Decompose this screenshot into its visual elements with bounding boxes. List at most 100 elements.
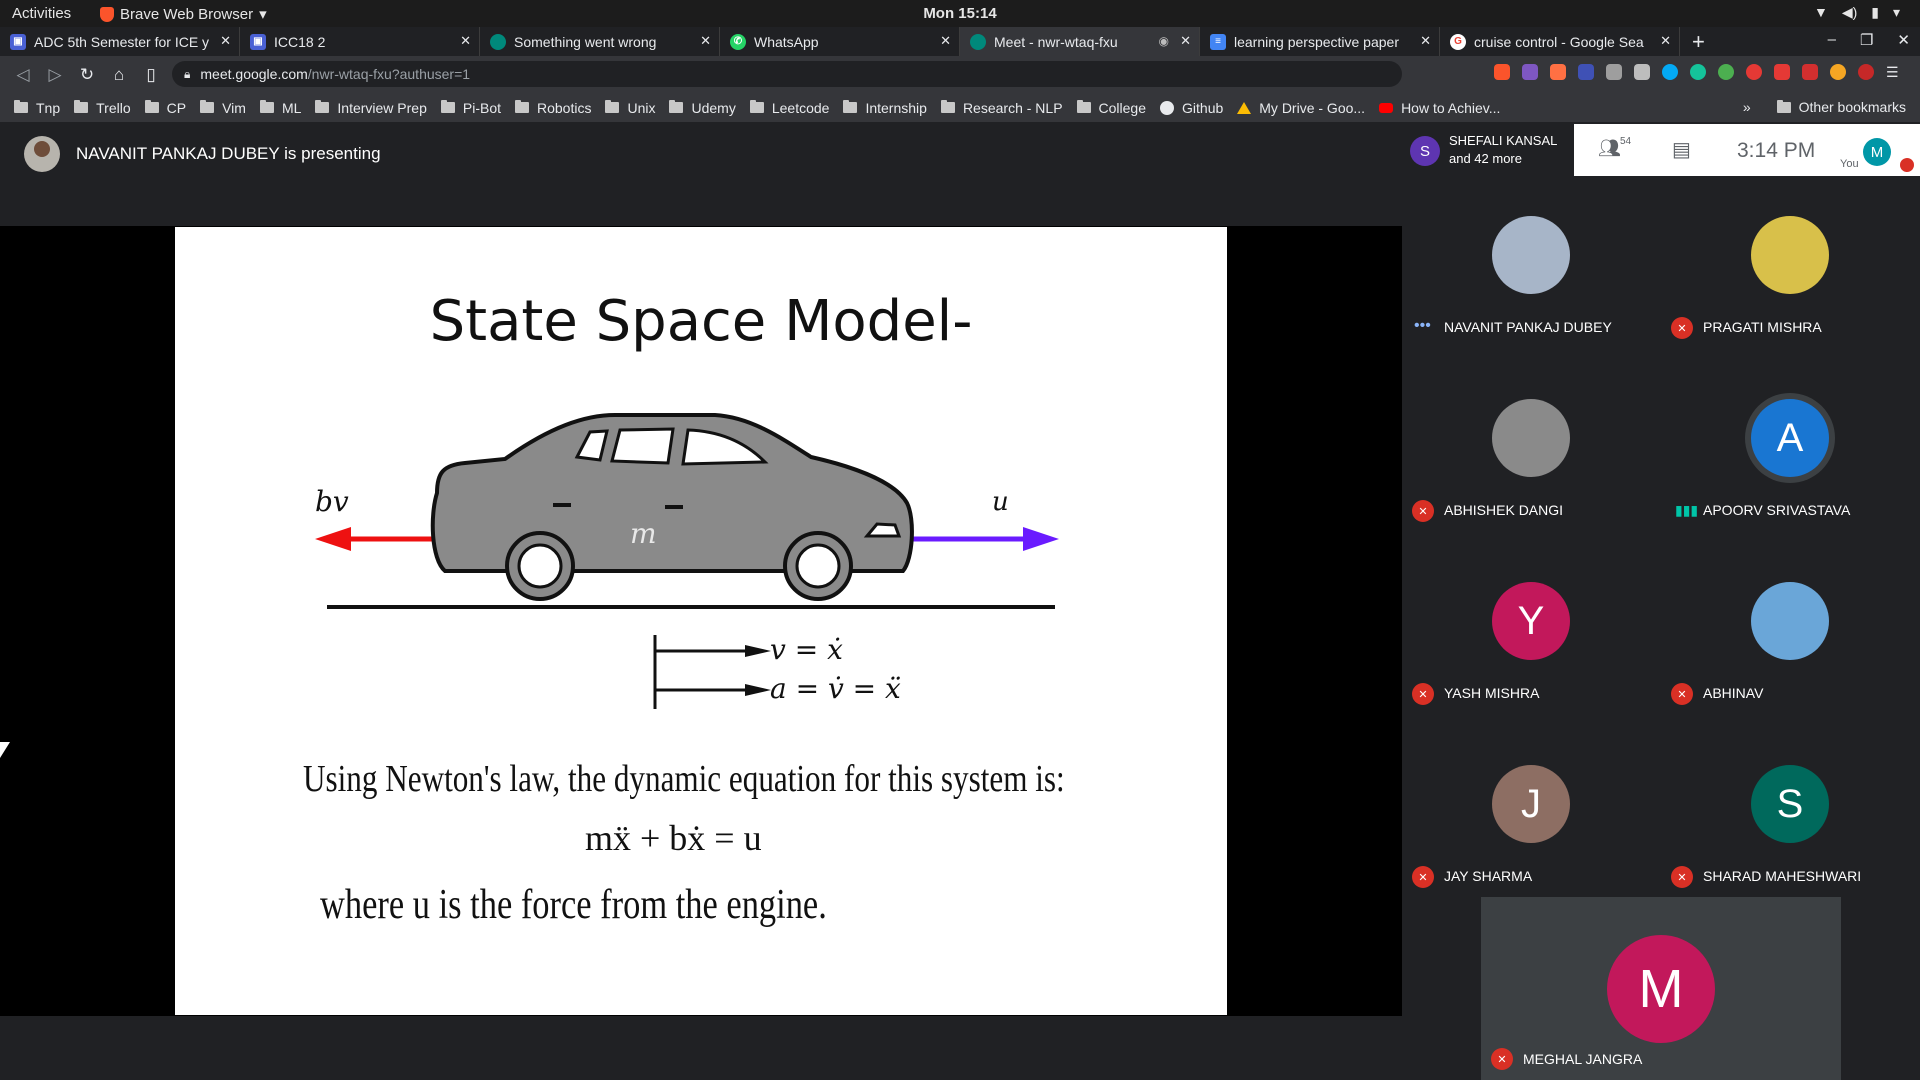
folder-icon xyxy=(749,100,764,113)
brave-rewards-icon[interactable] xyxy=(1522,64,1538,80)
participant-tile[interactable]: ✕ ABHINAV xyxy=(1661,542,1920,725)
bookmark-icon[interactable]: ▯ xyxy=(142,65,160,85)
avatar[interactable]: M xyxy=(1863,138,1891,166)
bookmark-folder[interactable]: Robotics xyxy=(515,100,591,116)
browser-tab[interactable]: Something went wrong ✕ xyxy=(480,27,720,56)
new-tab-button[interactable]: + xyxy=(1692,29,1705,55)
tab-strip: ▣ ADC 5th Semester for ICE y ✕ ▣ ICC18 2… xyxy=(0,27,1920,56)
bookmark-folder[interactable]: Udemy xyxy=(669,100,736,116)
people-icon[interactable]: 👥︎ xyxy=(1598,138,1621,159)
close-icon[interactable]: ✕ xyxy=(1180,33,1191,49)
input-force-label: u xyxy=(992,487,1009,517)
extension-icon[interactable] xyxy=(1858,64,1874,80)
bookmark-folder[interactable]: Trello xyxy=(74,100,131,116)
menu-icon[interactable]: ☰ xyxy=(1886,64,1902,80)
browser-tab[interactable]: ✆ WhatsApp ✕ xyxy=(720,27,960,56)
system-clock[interactable]: Mon 15:14 xyxy=(0,5,1920,22)
mic-off-icon: ✕ xyxy=(1412,500,1434,522)
extension-icon[interactable] xyxy=(1662,64,1678,80)
browser-tab[interactable]: ≡ learning perspective paper ✕ xyxy=(1200,27,1440,56)
avatar xyxy=(1751,582,1829,660)
back-icon[interactable]: ◁ xyxy=(14,65,32,85)
bookmark-folder[interactable]: Unix xyxy=(605,100,655,116)
friction-arrowhead xyxy=(315,527,351,551)
screen: { "system": { "activities": "Activities"… xyxy=(0,0,1920,1080)
participant-tile[interactable]: ✕ ABHISHEK DANGI xyxy=(1402,359,1661,542)
you-label: You xyxy=(1840,158,1859,170)
meet-icon xyxy=(970,33,986,50)
presentation-slide: State Space Model- bv u m v = ẋ a = v̇ =… xyxy=(175,227,1227,1015)
close-window-icon[interactable]: ✕ xyxy=(1897,31,1910,49)
recording-icon: ◉ xyxy=(1158,34,1169,48)
bookmark-label: How to Achiev... xyxy=(1401,99,1501,116)
close-icon[interactable]: ✕ xyxy=(940,33,951,49)
bookmark-label: Internship xyxy=(865,99,927,116)
url-path: /nwr-wtaq-fxu?authuser=1 xyxy=(307,66,471,82)
participant-summary[interactable]: S SHEFALI KANSAL and 42 more xyxy=(1402,124,1574,176)
volume-icon: ◀) xyxy=(1841,4,1858,20)
extension-icon[interactable] xyxy=(1718,64,1734,80)
overflow-chevron-icon[interactable]: » xyxy=(1743,99,1751,115)
extension-icon[interactable] xyxy=(1774,64,1790,80)
bookmark-folder[interactable]: ML xyxy=(259,100,301,116)
bookmark-label: Research - NLP xyxy=(962,99,1063,116)
bookmark-folder[interactable]: Leetcode xyxy=(749,100,829,116)
bookmark-link[interactable]: How to Achiev... xyxy=(1379,100,1500,116)
brave-shields-icon[interactable] xyxy=(1494,64,1510,80)
extension-icon[interactable] xyxy=(1578,64,1594,80)
maximize-icon[interactable]: ❐ xyxy=(1860,31,1873,49)
minimize-icon[interactable]: – xyxy=(1828,31,1836,49)
bookmark-folder[interactable]: Pi-Bot xyxy=(440,100,501,116)
forward-icon[interactable]: ▷ xyxy=(46,65,64,85)
header-more: and 42 more xyxy=(1449,151,1522,166)
browser-tab[interactable]: ▣ ADC 5th Semester for ICE y ✕ xyxy=(0,27,240,56)
extension-icon[interactable] xyxy=(1550,64,1566,80)
close-icon[interactable]: ✕ xyxy=(1660,33,1671,49)
bookmark-folder[interactable]: CP xyxy=(144,99,187,116)
address-bar[interactable]: 🔒︎ meet.google.com/nwr-wtaq-fxu?authuser… xyxy=(172,61,1402,87)
extension-icon[interactable] xyxy=(1802,64,1818,80)
system-tray[interactable]: ▼ ◀) ▮ ▾ xyxy=(1814,4,1900,21)
bookmark-folder[interactable]: Research - NLP xyxy=(940,99,1063,116)
force-arrowhead xyxy=(1023,527,1059,551)
close-icon[interactable]: ✕ xyxy=(1420,33,1431,49)
bookmark-folder[interactable]: Vim xyxy=(200,100,246,116)
door-handle xyxy=(553,503,571,507)
browser-tab[interactable]: G cruise control - Google Sea ✕ xyxy=(1440,27,1680,56)
bookmark-folder[interactable]: Interview Prep xyxy=(315,100,427,116)
close-icon[interactable]: ✕ xyxy=(460,33,471,49)
meet-icon xyxy=(490,33,506,50)
close-icon[interactable]: ✕ xyxy=(220,33,231,49)
browser-tab[interactable]: ▣ ICC18 2 ✕ xyxy=(240,27,480,56)
bookmark-label: CP xyxy=(166,99,187,116)
extension-icon[interactable] xyxy=(1634,64,1650,80)
other-bookmarks[interactable]: » Other bookmarks xyxy=(1743,99,1906,115)
chat-icon[interactable]: ▤ xyxy=(1672,137,1691,162)
extension-icon[interactable] xyxy=(1830,64,1846,80)
close-icon[interactable]: ✕ xyxy=(700,33,711,49)
home-icon[interactable]: ⌂ xyxy=(110,65,128,85)
bookmark-link[interactable]: My Drive - Goo... xyxy=(1237,100,1365,116)
grammarly-icon[interactable] xyxy=(1690,64,1706,80)
browser-tab-active[interactable]: Meet - nwr-wtaq-fxu ◉ ✕ xyxy=(960,27,1200,56)
lock-icon[interactable]: 🔒︎ xyxy=(184,67,190,82)
more-options-icon[interactable]: ••• xyxy=(1414,317,1431,335)
bookmark-folder[interactable]: Internship xyxy=(843,99,927,116)
participant-tile[interactable]: A ▮▮▮ APOORV SRIVASTAVA xyxy=(1661,359,1920,542)
participant-tile[interactable]: Y ✕ YASH MISHRA xyxy=(1402,542,1661,725)
participant-tile[interactable]: J ✕ JAY SHARMA xyxy=(1402,725,1661,908)
folder-icon xyxy=(259,100,274,113)
bookmark-folder[interactable]: College xyxy=(1076,100,1146,116)
extension-icon[interactable] xyxy=(1746,64,1762,80)
participant-tile[interactable]: S ✕ SHARAD MAHESHWARI xyxy=(1661,725,1920,908)
participant-tile[interactable]: ••• NAVANIT PANKAJ DUBEY xyxy=(1402,176,1661,359)
bookmark-label: Tnp xyxy=(36,99,61,116)
participant-tile[interactable]: ✕ PRAGATI MISHRA xyxy=(1661,176,1920,359)
participant-tile[interactable]: M ✕ MEGHAL JANGRA xyxy=(1481,897,1841,1080)
bookmark-folder[interactable]: Tnp xyxy=(14,100,60,116)
bookmark-link[interactable]: Github xyxy=(1160,100,1223,116)
extension-icon[interactable] xyxy=(1606,64,1622,80)
reload-icon[interactable]: ↻ xyxy=(78,65,96,85)
bookmark-label: Trello xyxy=(96,99,131,116)
avatar: S xyxy=(1410,136,1440,166)
